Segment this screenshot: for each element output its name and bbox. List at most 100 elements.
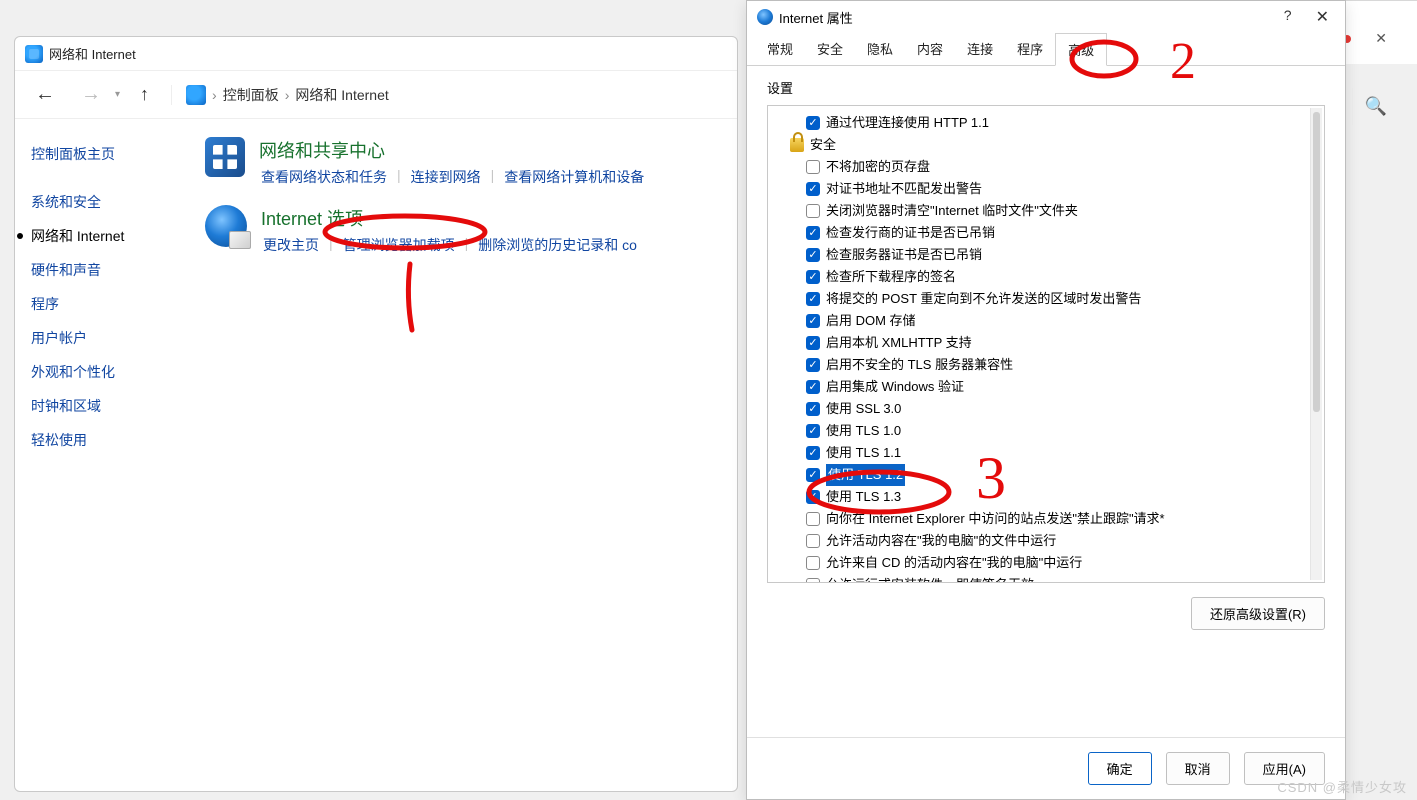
nav-history-chevron-icon[interactable]: ▾: [115, 89, 120, 100]
sidebar-heading[interactable]: 控制面板主页: [31, 137, 189, 171]
checkbox-icon[interactable]: [806, 204, 820, 218]
sidebar-item-6[interactable]: 时钟和区域: [31, 389, 189, 423]
ok-button[interactable]: 确定: [1088, 752, 1152, 785]
setting-row[interactable]: ✓使用 TLS 1.2: [772, 464, 1310, 486]
restore-defaults-button[interactable]: 还原高级设置(R): [1191, 597, 1325, 630]
checkbox-icon[interactable]: [806, 556, 820, 570]
close-icon[interactable]: ✕: [1310, 7, 1335, 27]
setting-label: 允许运行或安装软件，即使签名无效: [826, 574, 1034, 583]
setting-row[interactable]: ✓使用 TLS 1.3: [772, 486, 1310, 508]
setting-label: 检查发行商的证书是否已吊销: [826, 222, 995, 244]
scrollbar-thumb[interactable]: [1313, 112, 1320, 412]
checkbox-icon[interactable]: [806, 534, 820, 548]
sidebar-item-2[interactable]: 硬件和声音: [31, 253, 189, 287]
setting-row[interactable]: ✓ 启用集成 Windows 验证: [772, 376, 1310, 398]
category-link[interactable]: 管理浏览器加载项: [341, 235, 457, 255]
setting-row[interactable]: 向你在 Internet Explorer 中访问的站点发送"禁止跟踪"请求*: [772, 508, 1310, 530]
outer-close-icon[interactable]: ✕: [1363, 22, 1399, 55]
setting-row[interactable]: ✓通过代理连接使用 HTTP 1.1: [772, 112, 1310, 134]
outer-search-icon[interactable]: 🔍: [1352, 88, 1399, 125]
setting-row[interactable]: ✓使用 TLS 1.0: [772, 420, 1310, 442]
chevron-right-icon: ›: [285, 87, 290, 103]
category-internet: Internet 选项更改主页 | 管理浏览器加载项 | 删除浏览的历史记录和 co: [205, 205, 723, 255]
nav-back-icon[interactable]: ←: [29, 81, 61, 108]
category-link[interactable]: 连接到网络: [409, 167, 483, 187]
sidebar-item-4[interactable]: 用户帐户: [31, 321, 189, 355]
dialog-tabs: 常规安全隐私内容连接程序高级: [747, 33, 1345, 66]
setting-row[interactable]: ✓将提交的 POST 重定向到不允许发送的区域时发出警告: [772, 288, 1310, 310]
sidebar-item-0[interactable]: 系统和安全: [31, 185, 189, 219]
setting-row[interactable]: ✓启用本机 XMLHTTP 支持: [772, 332, 1310, 354]
help-button[interactable]: ?: [1284, 7, 1292, 27]
chevron-right-icon: ›: [212, 87, 217, 103]
setting-label: 启用集成 Windows 验证: [826, 376, 964, 398]
checkbox-icon[interactable]: ✓: [806, 490, 820, 504]
setting-row[interactable]: 不将加密的页存盘: [772, 156, 1310, 178]
sidebar-item-1[interactable]: 网络和 Internet: [31, 219, 189, 253]
setting-row[interactable]: ✓ 启用不安全的 TLS 服务器兼容性: [772, 354, 1310, 376]
setting-label: 启用不安全的 TLS 服务器兼容性: [826, 354, 1013, 376]
tab-0[interactable]: 常规: [755, 33, 805, 65]
setting-row[interactable]: ✓启用 DOM 存储: [772, 310, 1310, 332]
category-link[interactable]: 删除浏览的历史记录和 co: [476, 235, 639, 255]
category-link[interactable]: 查看网络计算机和设备: [502, 167, 646, 187]
control-panel-body: 控制面板主页 系统和安全网络和 Internet硬件和声音程序用户帐户外观和个性…: [15, 119, 737, 791]
tab-2[interactable]: 隐私: [855, 33, 905, 65]
settings-listbox[interactable]: ✓通过代理连接使用 HTTP 1.1安全不将加密的页存盘✓对证书地址不匹配发出警…: [767, 105, 1325, 583]
setting-row[interactable]: ✓ 检查发行商的证书是否已吊销: [772, 222, 1310, 244]
tab-1[interactable]: 安全: [805, 33, 855, 65]
category-network: 网络和共享中心查看网络状态和任务|连接到网络|查看网络计算机和设备: [205, 137, 723, 187]
checkbox-icon[interactable]: [806, 578, 820, 583]
checkbox-icon[interactable]: ✓: [806, 270, 820, 284]
sidebar-item-3[interactable]: 程序: [31, 287, 189, 321]
setting-row[interactable]: ✓对证书地址不匹配发出警告: [772, 178, 1310, 200]
control-panel-titlebar: 网络和 Internet: [15, 37, 737, 71]
nav-forward-icon[interactable]: →: [75, 81, 107, 108]
internet-properties-dialog: Internet 属性 ? ✕ 常规安全隐私内容连接程序高级 设置 ✓通过代理连…: [746, 0, 1346, 800]
breadcrumb-current[interactable]: 网络和 Internet: [295, 85, 388, 105]
setting-row[interactable]: 关闭浏览器时清空"Internet 临时文件"文件夹: [772, 200, 1310, 222]
setting-row[interactable]: 允许来自 CD 的活动内容在"我的电脑"中运行: [772, 552, 1310, 574]
nav-up-icon[interactable]: ↑: [140, 84, 149, 105]
checkbox-icon[interactable]: ✓: [806, 468, 820, 482]
scrollbar[interactable]: [1310, 108, 1322, 580]
category-link[interactable]: 更改主页: [261, 235, 321, 255]
separator: |: [329, 235, 333, 255]
category-link[interactable]: 查看网络状态和任务: [259, 167, 389, 187]
setting-row[interactable]: ✓检查服务器证书是否已吊销: [772, 244, 1310, 266]
checkbox-icon[interactable]: [806, 160, 820, 174]
breadcrumb-root[interactable]: 控制面板: [223, 85, 279, 105]
checkbox-icon[interactable]: ✓: [806, 336, 820, 350]
tab-3[interactable]: 内容: [905, 33, 955, 65]
category-title[interactable]: Internet 选项: [261, 205, 723, 231]
apply-button[interactable]: 应用(A): [1244, 752, 1325, 785]
setting-row[interactable]: ✓ 检查所下载程序的签名: [772, 266, 1310, 288]
checkbox-icon[interactable]: ✓: [806, 424, 820, 438]
checkbox-icon[interactable]: ✓: [806, 226, 820, 240]
setting-label: 检查所下载程序的签名: [826, 266, 956, 288]
breadcrumb[interactable]: › 控制面板 › 网络和 Internet: [171, 85, 723, 105]
setting-row[interactable]: ✓使用 TLS 1.1: [772, 442, 1310, 464]
checkbox-icon[interactable]: ✓: [806, 248, 820, 262]
checkbox-icon[interactable]: ✓: [806, 446, 820, 460]
checkbox-icon[interactable]: ✓: [806, 292, 820, 306]
setting-row[interactable]: ✓使用 SSL 3.0: [772, 398, 1310, 420]
tab-4[interactable]: 连接: [955, 33, 1005, 65]
setting-row[interactable]: 允许运行或安装软件，即使签名无效: [772, 574, 1310, 583]
tab-5[interactable]: 程序: [1005, 33, 1055, 65]
checkbox-icon[interactable]: ✓: [806, 402, 820, 416]
category-title[interactable]: 网络和共享中心: [259, 137, 723, 163]
tab-6[interactable]: 高级: [1055, 33, 1107, 66]
checkbox-icon[interactable]: ✓: [806, 380, 820, 394]
checkbox-icon[interactable]: ✓: [806, 116, 820, 130]
checkbox-icon[interactable]: [806, 512, 820, 526]
checkbox-icon[interactable]: ✓: [806, 182, 820, 196]
checkbox-icon[interactable]: ✓: [806, 358, 820, 372]
dialog-content: 设置 ✓通过代理连接使用 HTTP 1.1安全不将加密的页存盘✓对证书地址不匹配…: [747, 66, 1345, 737]
sidebar-item-7[interactable]: 轻松使用: [31, 423, 189, 457]
sidebar-item-5[interactable]: 外观和个性化: [31, 355, 189, 389]
setting-row[interactable]: 允许活动内容在"我的电脑"的文件中运行: [772, 530, 1310, 552]
checkbox-icon[interactable]: ✓: [806, 314, 820, 328]
cancel-button[interactable]: 取消: [1166, 752, 1230, 785]
separator: |: [465, 235, 469, 255]
